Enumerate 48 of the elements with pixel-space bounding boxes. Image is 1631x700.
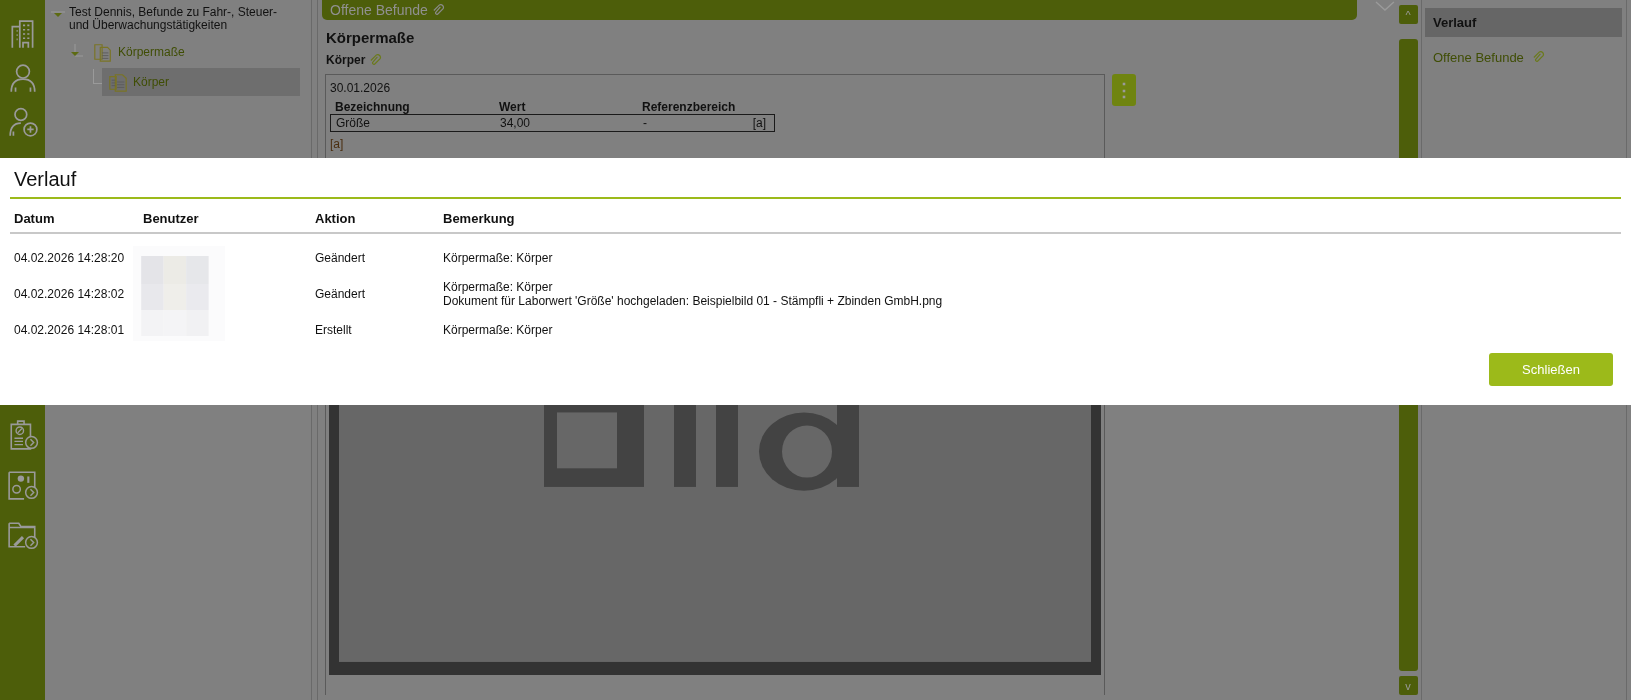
remark-text: Körpermaße: Körper — [443, 279, 554, 294]
tree-item[interactable]: Körper — [102, 68, 300, 96]
scrollbar-thumb[interactable] — [1398, 405, 1418, 671]
subsection-title: Körper — [326, 53, 366, 67]
close-button[interactable]: Schließen — [1489, 353, 1613, 386]
remark-text: Körpermaße: Körper — [443, 322, 554, 337]
chevron-down-icon[interactable] — [1375, 1, 1395, 11]
scrollbar-thumb[interactable] — [1398, 39, 1418, 158]
table-row[interactable]: Größe 34,00 - [a] — [330, 114, 775, 132]
expand-arrow-icon[interactable] — [51, 10, 65, 20]
date-cell-text: 04.02.2026 14:28:01 — [14, 322, 126, 337]
column-header: Datum — [14, 211, 56, 226]
date-cell-text: 04.02.2026 14:28:20 — [14, 250, 126, 265]
date-cell-text: 04.02.2026 14:28:02 — [14, 286, 126, 301]
documents-icon — [93, 42, 113, 62]
table-cell: - — [643, 116, 647, 130]
document-icon — [108, 72, 128, 92]
column-header: Referenzbereich — [642, 100, 736, 114]
table-cell-text: 34,00 — [500, 116, 532, 130]
column-header: Aktion — [315, 211, 357, 226]
column-header: Bemerkung — [443, 211, 516, 226]
section-title: Körpermaße — [326, 29, 416, 46]
action-cell-text: Erstellt — [315, 322, 353, 337]
column-header: Bezeichnung — [335, 100, 411, 114]
paperclip-icon[interactable] — [369, 53, 383, 67]
person-board-icon[interactable] — [6, 469, 39, 501]
remark-text: Dokument für Laborwert 'Größe' hochgeladen: Beispielbild 01 - Stämpfli + Zbinden GmbH.png — [443, 293, 944, 308]
dialog-title: Verlauf — [13, 168, 78, 191]
column-header: Benutzer — [143, 211, 200, 226]
result-date: 30.01.2026 — [330, 81, 392, 95]
footnote-ref: [a] — [752, 116, 767, 130]
table-cell-text: Größe — [336, 116, 371, 130]
action-cell-text: Geändert — [315, 250, 367, 265]
tree-item[interactable]: Körpermaße — [87, 38, 191, 66]
remark-text: Körpermaße: Körper — [443, 250, 554, 265]
expand-arrow-icon[interactable] — [69, 44, 83, 60]
column-header: Wert — [499, 100, 527, 114]
side-nav-item[interactable]: Verlauf — [1425, 8, 1622, 37]
add-person-icon[interactable] — [6, 106, 39, 138]
action-cell-text: Geändert — [315, 286, 367, 301]
scroll-down-button[interactable]: v — [1398, 676, 1418, 695]
scroll-up-button[interactable]: ^ — [1398, 5, 1418, 24]
header-bar[interactable]: Offene Befunde — [322, 0, 1358, 20]
more-button[interactable]: ⋮ — [1112, 74, 1136, 106]
folder-pen-icon[interactable] — [6, 519, 39, 551]
tree-item[interactable]: Test Dennis, Befunde zu Fahr-, Steuer- und Überwachungstätigkeiten — [69, 6, 299, 32]
side-nav-item[interactable]: Offene Befunde — [1425, 43, 1622, 72]
footnote: [a] — [330, 137, 345, 151]
